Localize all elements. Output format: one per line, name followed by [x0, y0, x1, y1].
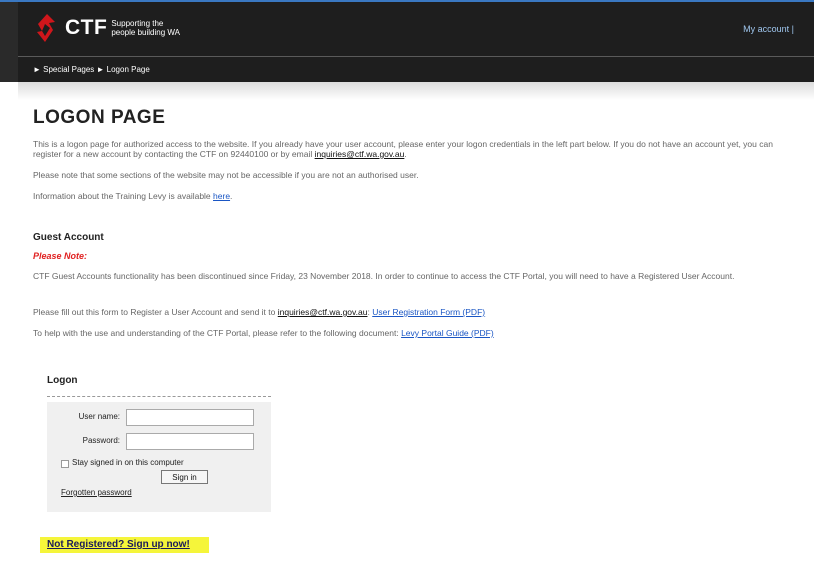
password-input[interactable] — [126, 433, 254, 450]
register-paragraph: Please fill out this form to Register a … — [33, 307, 798, 317]
levy-text: Information about the Training Levy is a… — [33, 191, 214, 201]
page-title: LOGON PAGE — [33, 107, 166, 128]
username-input[interactable] — [126, 409, 254, 426]
logon-form: User name: Password: Stay signed in on t… — [47, 402, 271, 512]
stay-signed-in-checkbox[interactable] — [61, 460, 69, 468]
forgotten-password-link[interactable]: Forgotten password — [61, 488, 132, 497]
intro-end: . — [404, 149, 407, 159]
guest-account-heading: Guest Account — [33, 232, 104, 243]
username-label: User name: — [78, 412, 120, 421]
site-header: CTF Supporting the people building WA My… — [0, 2, 814, 82]
ctf-logo-icon — [37, 14, 55, 42]
logo-tagline-line2: people building WA — [111, 28, 180, 37]
please-note-label: Please Note: — [33, 251, 88, 261]
sign-in-button[interactable]: Sign in — [161, 470, 208, 484]
sign-up-link[interactable]: Not Registered? Sign up now! — [40, 537, 209, 553]
logo-brand-text: CTF — [65, 16, 108, 39]
levy-end: . — [230, 191, 233, 201]
stay-signed-in-label[interactable]: Stay signed in on this computer — [72, 458, 184, 467]
logon-heading: Logon — [47, 375, 78, 386]
registration-form-link[interactable]: User Registration Form (PDF) — [372, 307, 485, 317]
levy-portal-guide-link[interactable]: Levy Portal Guide (PDF) — [401, 328, 494, 338]
guide-paragraph: To help with the use and understanding o… — [33, 328, 798, 338]
logon-divider — [47, 396, 271, 397]
logo-tagline: Supporting the people building WA — [111, 19, 180, 37]
register-text: Please fill out this form to Register a … — [33, 307, 278, 317]
levy-info: Information about the Training Levy is a… — [33, 191, 798, 201]
ctf-logo[interactable]: CTF Supporting the people building WA — [33, 12, 180, 44]
levy-here-link[interactable]: here — [213, 191, 230, 201]
intro-email-link[interactable]: inquiries@ctf.wa.gov.au — [315, 149, 405, 159]
password-label: Password: — [82, 436, 120, 445]
guide-text: To help with the use and understanding o… — [33, 328, 402, 338]
header-divider — [18, 56, 814, 57]
access-note: Please note that some sections of the we… — [33, 170, 419, 180]
breadcrumb[interactable]: ► Special Pages ► Logon Page — [33, 65, 150, 74]
header-shadow — [18, 82, 814, 100]
guest-discontinued-text: CTF Guest Accounts functionality has bee… — [33, 271, 735, 281]
intro-paragraph: This is a logon page for authorized acce… — [33, 139, 798, 159]
register-email-link[interactable]: inquiries@ctf.wa.gov.au — [278, 307, 368, 317]
my-account-link[interactable]: My account | — [743, 24, 794, 34]
logo-tagline-line1: Supporting the — [111, 19, 164, 28]
